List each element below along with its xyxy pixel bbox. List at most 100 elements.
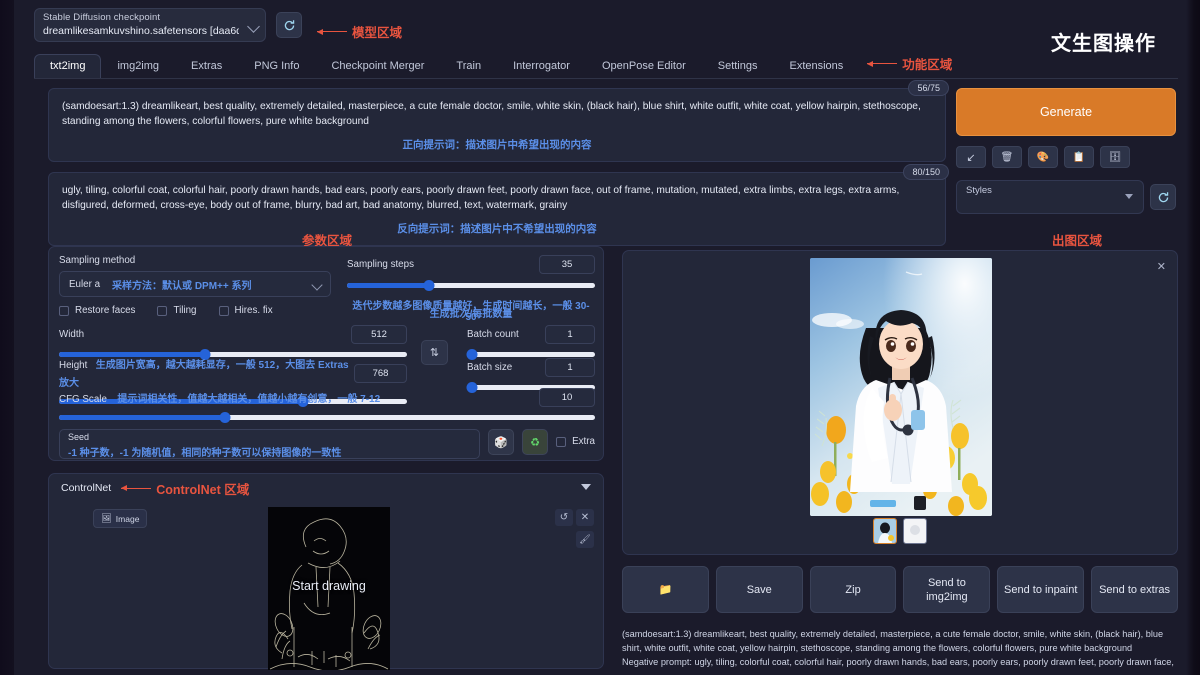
batch-count-group: Batch count 1 — [467, 325, 595, 357]
save-style-icon-button[interactable]: 🗄 — [1100, 146, 1130, 168]
tab-train[interactable]: Train — [440, 54, 497, 78]
annotation-model-area: 模型区域 — [317, 22, 402, 41]
open-folder-button[interactable]: 📁 — [622, 566, 709, 613]
seed-row: Seed -1 种子数，-1 为随机值，相同的种子数可以保持图像的一致性 🎲 ♻… — [59, 429, 595, 459]
tiling-checkbox[interactable]: Tiling — [157, 305, 196, 316]
width-group: Width 512 — [59, 325, 407, 357]
controlnet-title: ControlNet — [61, 482, 111, 494]
negative-prompt-note: 反向提示词：描述图片中不希望出现的内容 — [62, 221, 932, 236]
batch-size-value[interactable]: 1 — [545, 358, 595, 377]
hires-fix-checkbox[interactable]: Hires. fix — [219, 305, 273, 316]
negative-prompt-box[interactable]: 80/150 ugly, tiling, colorful coat, colo… — [48, 172, 946, 246]
batch-size-label: Batch size — [467, 362, 512, 373]
checkbox-box — [556, 437, 566, 447]
tab-checkpoint-merger[interactable]: Checkpoint Merger — [315, 54, 440, 78]
annotation-controlnet-area: ControlNet 区域 — [121, 479, 249, 498]
controlnet-canvas[interactable]: Start drawing — [268, 507, 390, 670]
cfg-scale-value[interactable]: 10 — [539, 388, 595, 407]
positive-prompt-box[interactable]: 56/75 (samdoesart:1.3) dreamlikeart, bes… — [48, 88, 946, 162]
palette-icon-button[interactable]: 🎨 — [1028, 146, 1058, 168]
clipboard-icon-button[interactable]: 📋 — [1064, 146, 1094, 168]
send-to-img2img-button[interactable]: Send to img2img — [903, 566, 990, 613]
restore-faces-label: Restore faces — [75, 305, 135, 316]
tab-txt2img[interactable]: txt2img — [34, 54, 101, 78]
prompt-area: 56/75 (samdoesart:1.3) dreamlikeart, bes… — [48, 88, 946, 256]
image-icon: 🖼 — [101, 513, 112, 524]
annotation-model-label: 模型区域 — [352, 22, 402, 41]
zip-button[interactable]: Zip — [810, 566, 897, 613]
cfg-scale-note: 提示词相关性，值越大越相关，值越小越有创意，一般 7-12 — [117, 394, 380, 405]
annotation-controlnet-label: ControlNet 区域 — [156, 479, 249, 498]
parameters-panel: Sampling method Euler a 采样方法：默认或 DPM++ 系… — [48, 246, 604, 461]
width-value[interactable]: 512 — [351, 325, 407, 344]
tab-settings[interactable]: Settings — [702, 54, 774, 78]
slider-knob[interactable] — [220, 412, 231, 423]
cfg-scale-slider[interactable] — [59, 415, 595, 420]
seed-dice-button[interactable]: 🎲 — [488, 429, 514, 455]
app-root: Stable Diffusion checkpoint dreamlikesam… — [0, 0, 1200, 675]
controlnet-close-button[interactable]: ✕ — [576, 509, 594, 526]
checkpoint-select[interactable]: Stable Diffusion checkpoint dreamlikesam… — [34, 8, 266, 42]
output-close-button[interactable]: ✕ — [1157, 260, 1166, 273]
checkpoint-value: dreamlikesamkuvshino.safetensors [daa6d3… — [43, 25, 239, 37]
extra-seed-checkbox[interactable]: Extra — [556, 436, 595, 447]
slider-knob[interactable] — [423, 280, 434, 291]
negative-prompt-input[interactable]: ugly, tiling, colorful coat, colorful ha… — [62, 184, 932, 213]
sampling-steps-value[interactable]: 35 — [539, 255, 595, 274]
save-button[interactable]: Save — [716, 566, 803, 613]
tiling-label: Tiling — [173, 305, 196, 316]
seed-value: -1 种子数，-1 为随机值，相同的种子数可以保持图像的一致性 — [68, 444, 341, 459]
height-value[interactable]: 768 — [354, 364, 407, 383]
width-label: Width — [59, 329, 84, 340]
close-icon: ✕ — [581, 512, 589, 523]
output-actions: 📁 Save Zip Send to img2img Send to inpai… — [622, 566, 1178, 613]
checkbox-box — [219, 306, 229, 316]
annotation-output-label: 出图区域 — [1052, 234, 1102, 248]
seed-label: Seed — [68, 432, 89, 442]
seed-recycle-button[interactable]: ♻ — [522, 429, 548, 455]
chevron-down-icon[interactable] — [581, 484, 591, 490]
controlnet-brush-button[interactable]: 🖌 — [576, 531, 594, 548]
dice-icon: 🎲 — [494, 436, 508, 449]
positive-prompt-input[interactable]: (samdoesart:1.3) dreamlikeart, best qual… — [62, 100, 932, 129]
chevron-down-icon — [311, 279, 322, 290]
palette-icon: 🎨 — [1037, 152, 1049, 163]
swap-dimensions-button[interactable]: ⇅ — [421, 340, 448, 365]
checkpoint-label: Stable Diffusion checkpoint — [43, 12, 160, 23]
thumbnail-blank[interactable] — [903, 518, 927, 544]
styles-row: Styles — [956, 180, 1176, 214]
tab-interrogator[interactable]: Interrogator — [497, 54, 586, 78]
styles-select[interactable]: Styles — [956, 180, 1144, 214]
sampling-method-select[interactable]: Euler a 采样方法：默认或 DPM++ 系列 — [59, 271, 331, 297]
batch-count-value[interactable]: 1 — [545, 325, 595, 344]
trash-icon-button[interactable]: 🗑 — [992, 146, 1022, 168]
controlnet-panel: ControlNet ControlNet 区域 🖼 Image — [48, 473, 604, 669]
generate-button[interactable]: Generate — [956, 88, 1176, 136]
tab-extras[interactable]: Extras — [175, 54, 238, 78]
send-to-inpaint-button[interactable]: Send to inpaint — [997, 566, 1084, 613]
tab-img2img[interactable]: img2img — [101, 54, 175, 78]
annotation-function-label: 功能区域 — [902, 54, 952, 73]
thumbnail-result[interactable] — [873, 518, 897, 544]
batch-count-slider[interactable] — [467, 352, 595, 357]
tab-openpose-editor[interactable]: OpenPose Editor — [586, 54, 702, 78]
checkpoint-refresh-button[interactable] — [276, 12, 302, 38]
controlnet-image-tab[interactable]: 🖼 Image — [93, 509, 147, 528]
sampling-method-value: Euler a — [69, 279, 100, 290]
send-to-extras-button[interactable]: Send to extras — [1091, 566, 1178, 613]
generate-panel: Generate ↙ 🗑 🎨 📋 🗄 Styles — [956, 88, 1176, 214]
controlnet-undo-button[interactable]: ↺ — [555, 509, 573, 526]
slider-fill — [347, 283, 429, 288]
restore-faces-checkbox[interactable]: Restore faces — [59, 305, 135, 316]
tab-png-info[interactable]: PNG Info — [238, 54, 315, 78]
arrow-line — [867, 63, 897, 64]
controlnet-header[interactable]: ControlNet ControlNet 区域 — [49, 474, 603, 502]
hires-fix-label: Hires. fix — [235, 305, 273, 316]
sampling-steps-slider[interactable] — [347, 283, 595, 288]
arrow-down-left-icon-button[interactable]: ↙ — [956, 146, 986, 168]
generated-image[interactable] — [810, 258, 992, 516]
tab-extensions[interactable]: Extensions — [773, 54, 859, 78]
styles-refresh-button[interactable] — [1150, 184, 1176, 210]
extra-seed-label: Extra — [572, 436, 595, 447]
seed-input[interactable]: Seed -1 种子数，-1 为随机值，相同的种子数可以保持图像的一致性 — [59, 429, 480, 459]
